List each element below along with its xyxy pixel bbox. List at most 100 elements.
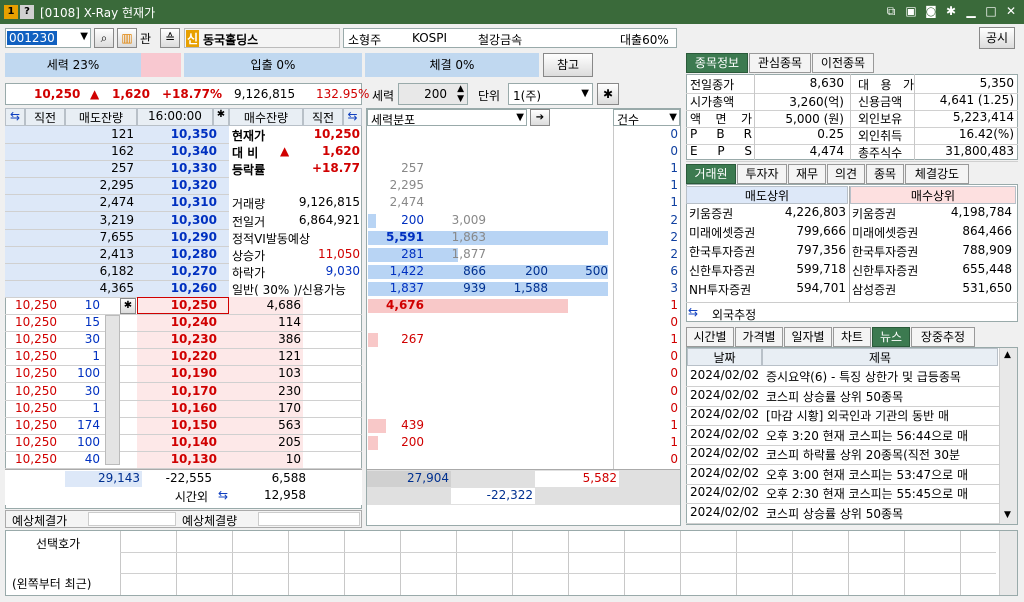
scroll-down-icon[interactable]: ▼ (1004, 510, 1011, 520)
kwan-label[interactable]: 관 (140, 30, 151, 47)
help-badge[interactable]: ? (20, 5, 34, 19)
buy-broker[interactable]: 키움증권 (852, 205, 932, 222)
news-title[interactable]: 코스피 하락률 상위 20종목(직전 30분 (766, 446, 996, 463)
news-title[interactable]: 오후 2:30 현재 코스피는 55:45으로 매 (766, 485, 996, 502)
news-date[interactable]: 2024/02/02 (690, 485, 762, 499)
tab-broker-3[interactable]: 의견 (827, 164, 865, 184)
chart-icon[interactable]: ▥ (117, 28, 137, 48)
count-chevron-icon[interactable]: ▼ (669, 112, 677, 123)
info-label: 전일거 (232, 214, 266, 229)
news-title[interactable]: [마감 시황] 외국인과 기관의 동반 매 (766, 407, 996, 424)
sell-broker[interactable]: 키움증권 (689, 205, 769, 222)
tab-news-5[interactable]: 장중추정 (911, 327, 975, 347)
tab-news-4[interactable]: 뉴스 (872, 327, 910, 347)
tab-broker-4[interactable]: 종목 (866, 164, 904, 184)
notice-button[interactable]: 공시 (979, 27, 1015, 49)
dropdown-arrow-icon[interactable]: ▼ (80, 31, 88, 42)
bid-price[interactable]: 10,220 (137, 348, 217, 365)
sell-broker[interactable]: NH투자증권 (689, 281, 769, 298)
tab-news-3[interactable]: 차트 (833, 327, 871, 347)
news-title[interactable]: 오후 3:00 현재 코스피는 53:47으로 매 (766, 466, 996, 483)
tab-broker-0[interactable]: 거래원 (686, 164, 736, 184)
bid-price[interactable]: 10,170 (137, 383, 217, 400)
tab-stockinfo-1[interactable]: 관심종목 (749, 53, 811, 73)
tab-broker-1[interactable]: 투자자 (737, 164, 787, 184)
ask-price[interactable]: 10,270 (137, 263, 217, 280)
after-swap-icon[interactable]: ⇆ (218, 488, 234, 504)
save-icon[interactable]: ▣ (904, 4, 918, 18)
bid-price[interactable]: 10,240 (137, 314, 217, 331)
unit-select[interactable]: 1(주) ▼ (508, 83, 593, 105)
tab-broker-2[interactable]: 재무 (788, 164, 826, 184)
gear-icon[interactable]: ✱ (944, 4, 958, 18)
news-date[interactable]: 2024/02/02 (690, 388, 762, 402)
stack-icon[interactable]: ≙ (160, 28, 180, 48)
tab-news-0[interactable]: 시간별 (686, 327, 734, 347)
sell-broker[interactable]: 미래에셋증권 (689, 224, 769, 241)
news-date[interactable]: 2024/02/02 (690, 427, 762, 441)
ask-price[interactable]: 10,310 (137, 194, 217, 211)
settings-gear-icon[interactable]: ✱ (597, 83, 619, 105)
buy-broker[interactable]: 미래에셋증권 (852, 224, 932, 241)
news-date[interactable]: 2024/02/02 (690, 407, 762, 421)
ask-price[interactable]: 10,320 (137, 177, 217, 194)
tab-broker-5[interactable]: 체결강도 (905, 164, 969, 184)
news-date[interactable]: 2024/02/02 (690, 446, 762, 460)
swap-icon[interactable]: ⇆ (5, 108, 25, 126)
bid-price[interactable]: 10,130 (137, 451, 217, 468)
news-title[interactable]: 증시요약(6) - 특징 상한가 및 급등종목 (766, 368, 996, 385)
ask-price[interactable]: 10,300 (137, 212, 217, 229)
bid-price[interactable]: 10,140 (137, 434, 217, 451)
link-icon[interactable]: ⧉ (884, 4, 898, 18)
close-icon[interactable]: ✕ (1004, 4, 1018, 18)
ask-price[interactable]: 10,260 (137, 280, 217, 297)
news-title[interactable]: 코스피 상승률 상위 50종목 (766, 505, 996, 522)
grid-col (680, 531, 681, 595)
ask-price[interactable]: 10,340 (137, 143, 217, 160)
news-date[interactable]: 2024/02/02 (690, 505, 762, 519)
scroll-up-icon[interactable]: ▲ (1004, 350, 1011, 360)
code-input[interactable]: 001230 ▼ (5, 28, 91, 48)
sell-broker[interactable]: 한국투자증권 (689, 243, 769, 260)
chevron-down-icon[interactable]: ▼ (581, 88, 589, 99)
tab-news-2[interactable]: 일자별 (784, 327, 832, 347)
minimize-icon[interactable]: ▁ (964, 4, 978, 18)
gear-icon-small[interactable]: ✱ (213, 108, 229, 126)
ref-button[interactable]: 참고 (543, 53, 593, 77)
buy-broker[interactable]: 신한투자증권 (852, 262, 932, 279)
ask-price[interactable]: 10,350 (137, 126, 217, 143)
tab-stockinfo-2[interactable]: 이전종목 (812, 53, 874, 73)
stepper-up-icon[interactable]: ▲ (457, 84, 464, 94)
stepper-down-icon[interactable]: ▼ (457, 94, 464, 104)
news-title[interactable]: 오후 3:20 현재 코스피는 56:44으로 매 (766, 427, 996, 444)
news-date[interactable]: 2024/02/02 (690, 466, 762, 480)
swap-icon-2[interactable]: ⇆ (343, 108, 362, 126)
strength-stepper[interactable]: 200 ▲ ▼ (398, 83, 468, 105)
news-scrollbar[interactable]: ▲ ▼ (999, 348, 1017, 524)
bid-price[interactable]: 10,160 (137, 400, 217, 417)
buy-broker[interactable]: 삼성증권 (852, 281, 932, 298)
bottom-scrollbar[interactable] (999, 531, 1017, 595)
orderbook-scrollbar[interactable] (105, 315, 120, 465)
camera-icon[interactable]: ◙ (924, 4, 938, 18)
sell-broker[interactable]: 신한투자증권 (689, 262, 769, 279)
count-select[interactable]: 건수 ▼ (613, 109, 680, 127)
search-icon[interactable]: ⌕ (94, 28, 114, 48)
ask-price[interactable]: 10,280 (137, 246, 217, 263)
news-title[interactable]: 코스피 상승률 상위 50종목 (766, 388, 996, 405)
orderbook-gear-icon[interactable]: ✱ (120, 298, 136, 314)
ask-price[interactable]: 10,290 (137, 229, 217, 246)
foreign-swap-icon[interactable]: ⇆ (688, 305, 698, 319)
tab-stockinfo-0[interactable]: 종목정보 (686, 53, 748, 73)
maximize-icon[interactable]: □ (984, 4, 998, 18)
dist-chevron-icon[interactable]: ▼ (516, 112, 524, 123)
news-date[interactable]: 2024/02/02 (690, 368, 762, 382)
ask-price[interactable]: 10,330 (137, 160, 217, 177)
dist-select[interactable]: 세력분포 ▼ (367, 109, 527, 127)
bid-price[interactable]: 10,150 (137, 417, 217, 434)
buy-broker[interactable]: 한국투자증권 (852, 243, 932, 260)
bid-price[interactable]: 10,230 (137, 331, 217, 348)
tab-news-1[interactable]: 가격별 (735, 327, 783, 347)
arrow-right-icon[interactable]: ➔ (530, 109, 550, 126)
bid-price[interactable]: 10,190 (137, 365, 217, 382)
